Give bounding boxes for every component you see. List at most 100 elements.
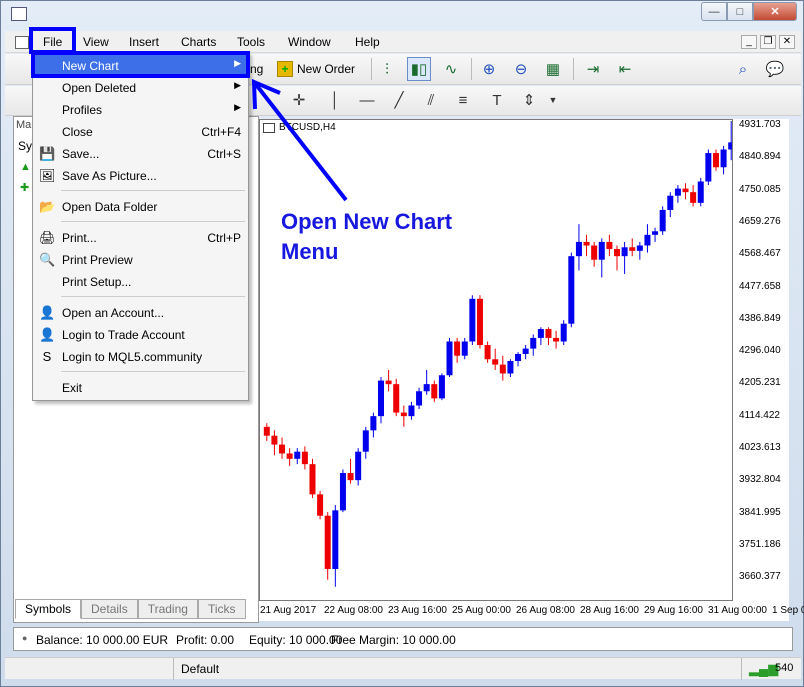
menu-view[interactable]: View [83, 35, 109, 49]
fibonacci-icon[interactable]: ≡ [451, 88, 475, 112]
file-menu-item-open-an-account[interactable]: 👤 Open an Account... [34, 302, 247, 324]
price-tick-label: 3751.186 [739, 538, 781, 550]
candle [545, 327, 552, 346]
horizontal-line-icon[interactable]: — [355, 88, 379, 112]
free-margin-text: Free Margin: 10 000.00 [331, 633, 456, 647]
file-menu-item-open-deleted[interactable]: Open Deleted ▶ [34, 77, 247, 99]
vertical-line-icon[interactable]: │ [323, 88, 347, 112]
menu-file[interactable]: File [43, 35, 62, 49]
file-menu-item-close[interactable]: Close Ctrl+F4 [34, 121, 247, 143]
candle-body [728, 142, 735, 150]
mdi-minimize-button[interactable]: _ [741, 35, 757, 49]
tab-symbols[interactable]: Symbols [15, 599, 82, 619]
candle-body [720, 149, 727, 168]
candle-body [659, 209, 666, 232]
menu-help[interactable]: Help [355, 35, 380, 49]
candle-body [507, 361, 514, 374]
profile-name[interactable]: Default [181, 662, 219, 676]
file-menu-dropdown: New Chart ▶ Open Deleted ▶ Profiles ▶ Close Ctr… [32, 52, 249, 401]
add-symbol-icon: ✚ [20, 182, 30, 194]
candle [279, 437, 286, 459]
candle-body [583, 241, 590, 246]
menu-tools[interactable]: Tools [237, 35, 265, 49]
file-menu-item-print[interactable]: 🖨 Print... Ctrl+P [34, 227, 247, 249]
close-button[interactable]: ✕ [753, 2, 797, 21]
candlestick-chart-icon[interactable]: ▮▯ [407, 57, 431, 81]
candle-body [644, 234, 651, 246]
menu-insert[interactable]: Insert [129, 35, 159, 49]
new-order-button[interactable]: + New Order [277, 58, 355, 80]
candle-body [271, 435, 278, 445]
candle-body [674, 188, 681, 196]
annotation-line-1: Open New Chart [281, 209, 453, 234]
candle-body [484, 345, 491, 360]
tab-ticks[interactable]: Ticks [197, 599, 246, 619]
candle [575, 224, 582, 271]
zoom-in-icon[interactable]: ⊕ [477, 57, 501, 81]
time-tick-label: 23 Aug 16:00 [388, 605, 447, 616]
candle-body [438, 375, 445, 399]
price-tick-label: 4659.276 [739, 215, 781, 227]
file-menu-item-exit[interactable]: Exit [34, 377, 247, 399]
zoom-out-icon[interactable]: ⊖ [509, 57, 533, 81]
chart-area[interactable] [259, 119, 735, 601]
menu-window[interactable]: Window [288, 35, 331, 49]
price-tick-label: 4840.894 [739, 151, 781, 163]
menu-charts[interactable]: Charts [181, 35, 216, 49]
candle [416, 387, 423, 410]
file-menu-item-label: Open Deleted [62, 81, 137, 95]
tab-details[interactable]: Details [81, 599, 138, 619]
candle [636, 241, 643, 260]
candle-body [621, 247, 628, 257]
candle-body [606, 241, 613, 250]
chart-shift-icon[interactable]: ⇥ [581, 57, 605, 81]
file-menu-item-login-to-mql5-community[interactable]: S Login to MQL5.community [34, 346, 247, 368]
symbol-up-icon: ▲ [20, 161, 31, 173]
equidistant-channel-icon[interactable]: ⫽ [419, 88, 443, 112]
tab-trading[interactable]: Trading [137, 599, 198, 619]
file-menu-item-new-chart[interactable]: New Chart ▶ [34, 55, 247, 77]
search-icon[interactable]: ⌕ [731, 57, 755, 81]
candle-body [652, 231, 659, 235]
time-tick-label: 26 Aug 08:00 [516, 605, 575, 616]
chat-icon[interactable]: 💬 [763, 57, 787, 81]
candle-body [317, 494, 324, 516]
text-icon[interactable]: T [485, 88, 509, 112]
menu-bar: File View Insert Charts Tools Window Hel… [5, 31, 801, 53]
candle-body [614, 249, 620, 257]
trendline-icon[interactable]: ╱ [387, 88, 411, 112]
price-tick-label: 4750.085 [739, 183, 781, 195]
line-chart-icon[interactable]: ∿ [439, 57, 463, 81]
file-menu-item-label: Print Preview [62, 253, 133, 267]
mdi-restore-button[interactable]: ❐ [760, 35, 776, 49]
arrows-icon[interactable]: ⇕ [517, 88, 541, 112]
dropdown-arrow-icon[interactable]: ▼ [541, 88, 565, 112]
file-menu-item-label: Profiles [62, 103, 103, 117]
tile-windows-icon[interactable]: ▦ [541, 57, 565, 81]
candle [530, 334, 537, 356]
candle [492, 348, 499, 370]
file-menu-item-profiles[interactable]: Profiles ▶ [34, 99, 247, 121]
candle-body [537, 329, 544, 338]
toolbar-separator [573, 58, 574, 80]
candle-body [416, 391, 423, 406]
minimize-button[interactable]: — [701, 2, 727, 21]
file-menu-item-login-to-trade-account[interactable]: 👤 Login to Trade Account [34, 324, 247, 346]
candle [454, 337, 461, 363]
bar-chart-icon[interactable]: ⫶ [375, 57, 399, 81]
autotrading-label-partial[interactable]: ng [250, 62, 263, 76]
file-menu-item-save[interactable]: 💾 Save... Ctrl+S [34, 143, 247, 165]
file-menu-item-print-setup[interactable]: Print Setup... [34, 271, 247, 293]
file-menu-item-print-preview[interactable]: 🔍 Print Preview [34, 249, 247, 271]
file-menu-item-save-as-picture[interactable]: 🖼 Save As Picture... [34, 165, 247, 187]
crosshair-icon[interactable]: ✛ [287, 88, 311, 112]
app-icon [11, 7, 27, 21]
maximize-button[interactable]: □ [727, 2, 753, 21]
market-watch-tabs: Symbols Details Trading Ticks [15, 599, 246, 621]
candle [568, 252, 575, 328]
mdi-close-button[interactable]: ✕ [779, 35, 795, 49]
candle-body [545, 329, 552, 338]
candle-body [339, 473, 346, 511]
file-menu-item-open-data-folder[interactable]: 📂 Open Data Folder [34, 196, 247, 218]
auto-scroll-icon[interactable]: ⇤ [613, 57, 637, 81]
